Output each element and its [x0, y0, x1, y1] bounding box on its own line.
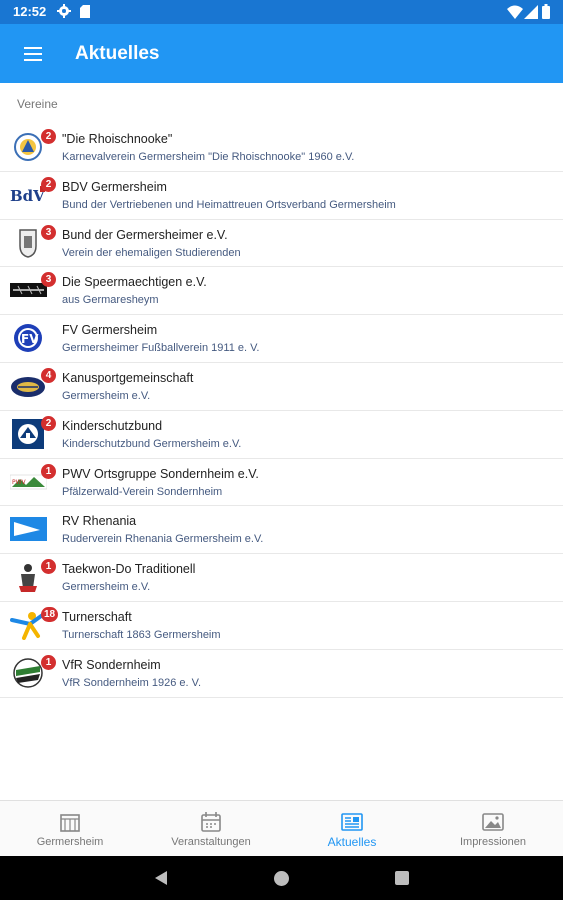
image-icon: [482, 813, 504, 831]
club-row-speermaechtigen[interactable]: 3 Die Speermaechtigen e.V. aus Germaresh…: [0, 267, 563, 316]
news-icon: [341, 813, 363, 831]
page-title: Aktuelles: [75, 43, 160, 64]
nav-label: Veranstaltungen: [171, 836, 251, 848]
club-name: RV Rhenania: [62, 514, 137, 529]
nav-item-aktuelles[interactable]: Aktuelles: [282, 801, 422, 857]
club-name: BDV Germersheim: [62, 179, 167, 194]
home-icon[interactable]: [274, 871, 289, 886]
club-row-rhoischnooke[interactable]: 2 "Die Rhoischnooke" Karnevalverein Germ…: [0, 124, 563, 172]
club-row-taekwondo[interactable]: 1 Taekwon-Do Traditionell Germersheim e.…: [0, 554, 563, 602]
club-list: 2 "Die Rhoischnooke" Karnevalverein Germ…: [0, 124, 563, 698]
badge: 2: [41, 176, 56, 192]
calendar-icon: [201, 812, 221, 832]
club-name: Bund der Germersheimer e.V.: [62, 227, 228, 242]
nav-item-germersheim[interactable]: Germersheim: [0, 801, 140, 857]
club-row-vfr-sondernheim[interactable]: 1 VfR Sondernheim VfR Sondernheim 1926 e…: [0, 650, 563, 698]
club-subtitle: Germersheim e.V.: [62, 581, 151, 594]
club-row-kanusport[interactable]: 4 Kanusportgemeinschaft Germersheim e.V.: [0, 363, 563, 411]
club-row-pwv[interactable]: PWV 1 PWV Ortsgruppe Sondernheim e.V. Pf…: [0, 459, 563, 507]
nav-label: Germersheim: [36, 836, 104, 848]
badge: 1: [41, 463, 56, 479]
badge: 1: [41, 654, 56, 670]
nav-label: Impressionen: [459, 836, 527, 848]
svg-text:PWV: PWV: [12, 479, 27, 486]
club-subtitle: Bund der Vertriebenen und Heimattreuen O…: [62, 198, 396, 211]
rv-rhenania-logo: [10, 517, 47, 542]
badge: 4: [41, 367, 56, 383]
nav-label: Aktuelles: [327, 835, 377, 849]
badge: 3: [41, 224, 56, 240]
club-name: Die Speermaechtigen e.V.: [62, 275, 207, 290]
bottom-navigation: Germersheim Veranstaltungen Aktuelles Im…: [0, 800, 563, 856]
badge: 1: [41, 559, 56, 575]
city-icon: [60, 814, 80, 832]
recents-icon[interactable]: [395, 871, 409, 885]
club-name: FV Germersheim: [62, 323, 158, 338]
club-name: Turnerschaft: [62, 609, 132, 624]
hamburger-menu-icon[interactable]: [20, 41, 48, 67]
club-row-fv-germersheim[interactable]: FV FV Germersheim Germersheimer Fußballv…: [0, 315, 563, 363]
club-row-rv-rhenania[interactable]: RV Rhenania Ruderverein Rhenania Germers…: [0, 506, 563, 555]
badge: 2: [41, 129, 56, 144]
status-time: 12:52: [13, 4, 47, 19]
nav-item-impressionen[interactable]: Impressionen: [423, 801, 563, 857]
club-name: "Die Rhoischnooke": [62, 132, 173, 146]
app-bar: Aktuelles: [0, 24, 563, 83]
club-subtitle: Pfälzerwald-Verein Sondernheim: [62, 485, 223, 498]
svg-text:BdV: BdV: [10, 187, 45, 205]
club-row-kinderschutzbund[interactable]: 2 Kinderschutzbund Kinderschutzbund Germ…: [0, 411, 563, 459]
fv-germersheim-logo: FV: [14, 324, 42, 353]
club-subtitle: aus Germaresheym: [62, 294, 159, 307]
wifi-icon: [507, 5, 523, 19]
club-subtitle: Germersheim e.V.: [62, 389, 151, 402]
battery-icon: [542, 4, 550, 19]
club-name: Kanusportgemeinschaft: [62, 370, 194, 385]
gear-icon: [57, 4, 71, 18]
club-name: PWV Ortsgruppe Sondernheim e.V.: [62, 466, 259, 481]
club-name: Taekwon-Do Traditionell: [62, 562, 196, 577]
club-subtitle: Germersheimer Fußballverein 1911 e. V.: [62, 342, 260, 355]
badge: 3: [41, 272, 56, 288]
club-row-bund-germersheimer[interactable]: 3 Bund der Germersheimer e.V. Verein der…: [0, 220, 563, 268]
svg-text:FV: FV: [21, 332, 39, 346]
club-row-bdv[interactable]: BdV 2 BDV Germersheim Bund der Vertriebe…: [0, 172, 563, 220]
club-name: VfR Sondernheim: [62, 657, 161, 672]
section-header: Vereine: [17, 97, 58, 111]
badge: 18: [41, 606, 59, 622]
back-icon[interactable]: [153, 870, 169, 886]
club-subtitle: Turnerschaft 1863 Germersheim: [62, 628, 221, 641]
badge: 2: [41, 415, 56, 431]
nav-item-veranstaltungen[interactable]: Veranstaltungen: [141, 801, 281, 857]
club-name: Kinderschutzbund: [62, 418, 163, 433]
sd-card-icon: [80, 5, 90, 18]
club-subtitle: Ruderverein Rhenania Germersheim e.V.: [62, 533, 264, 546]
club-row-turnerschaft[interactable]: 18 Turnerschaft Turnerschaft 1863 Germer…: [0, 602, 563, 650]
club-subtitle: Kinderschutzbund Germersheim e.V.: [62, 437, 242, 450]
status-bar: 12:52: [0, 0, 563, 24]
club-subtitle: Karnevalverein Germersheim "Die Rhoischn…: [62, 151, 355, 163]
club-subtitle: Verein der ehemaligen Studierenden: [62, 246, 241, 259]
system-navigation-bar: [0, 856, 563, 900]
signal-icon: [524, 5, 538, 19]
club-subtitle: VfR Sondernheim 1926 e. V.: [62, 676, 202, 689]
